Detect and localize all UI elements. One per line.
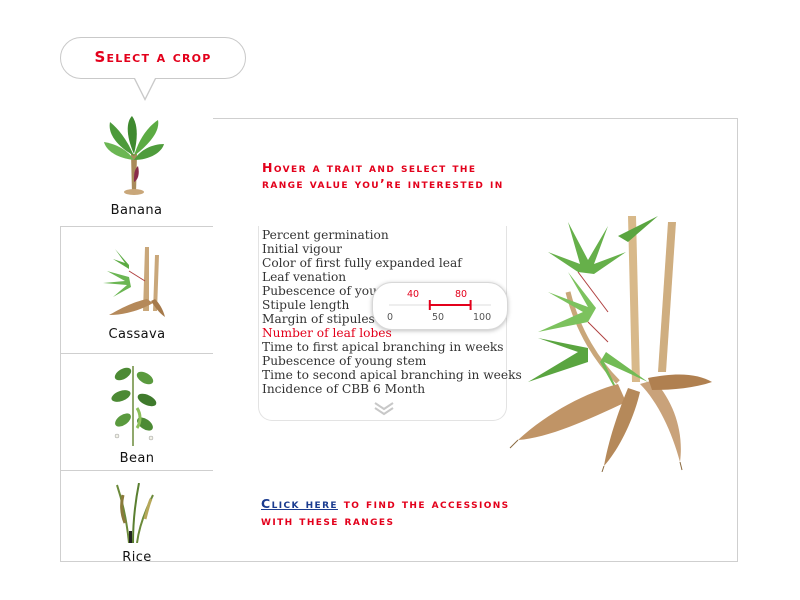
range-mid-label: 50 — [432, 312, 445, 323]
trait-item[interactable]: Initial vigour — [262, 242, 342, 256]
trait-item[interactable]: Stipule length — [262, 298, 349, 312]
range-min-label: 0 — [387, 312, 394, 323]
instructions-line1: Hover a trait and select the — [262, 160, 477, 175]
crop-label-banana: Banana — [110, 203, 163, 218]
instructions-line2: range value you’re interested in — [262, 176, 504, 191]
crop-tab-bean[interactable]: Bean — [60, 353, 213, 471]
trait-item[interactable]: Margin of stipules — [262, 312, 375, 326]
crop-tab-rice[interactable]: Rice — [60, 470, 213, 565]
cassava-illustration — [509, 216, 712, 472]
trait-item[interactable]: Leaf venation — [262, 270, 346, 284]
crop-tab-banana[interactable]: Banana — [60, 104, 213, 227]
range-slider-popup[interactable]: 40 80 0 50 100 — [372, 282, 508, 330]
trait-item[interactable]: Incidence of CBB 6 Month — [262, 382, 425, 396]
crop-label-rice: Rice — [122, 550, 152, 565]
trait-item[interactable]: Percent germination — [262, 228, 389, 242]
scroll-down-icon[interactable] — [372, 400, 396, 416]
cassava-plant-icon — [103, 247, 165, 317]
trait-item[interactable]: Pubescence of young stem — [262, 354, 426, 368]
select-crop-bubble: Select a crop — [60, 37, 246, 79]
bean-plant-icon — [111, 366, 157, 446]
crop-tab-cassava[interactable]: Cassava — [60, 226, 213, 354]
banana-plant-icon — [104, 116, 164, 195]
select-crop-title: Select a crop — [94, 48, 212, 66]
instructions: Hover a trait and select the range value… — [262, 160, 504, 192]
find-accessions-cta: Click here to find the accessions with t… — [261, 495, 510, 529]
crop-label-cassava: Cassava — [108, 327, 166, 342]
range-max-label: 100 — [473, 312, 492, 323]
cta-text-line2: with these ranges — [261, 513, 395, 528]
crop-label-bean: Bean — [119, 451, 155, 466]
click-here-link[interactable]: Click here — [261, 496, 338, 511]
trait-item[interactable]: Time to first apical branching in weeks — [262, 340, 504, 354]
range-slider-track[interactable] — [373, 299, 507, 311]
trait-item[interactable]: Time to second apical branching in weeks — [262, 368, 522, 382]
rice-plant-icon — [116, 483, 154, 543]
cta-text-line1: to find the accessions — [337, 496, 510, 511]
trait-item[interactable]: Color of first fully expanded leaf — [262, 256, 462, 270]
trait-item-selected[interactable]: Number of leaf lobes — [262, 326, 392, 340]
